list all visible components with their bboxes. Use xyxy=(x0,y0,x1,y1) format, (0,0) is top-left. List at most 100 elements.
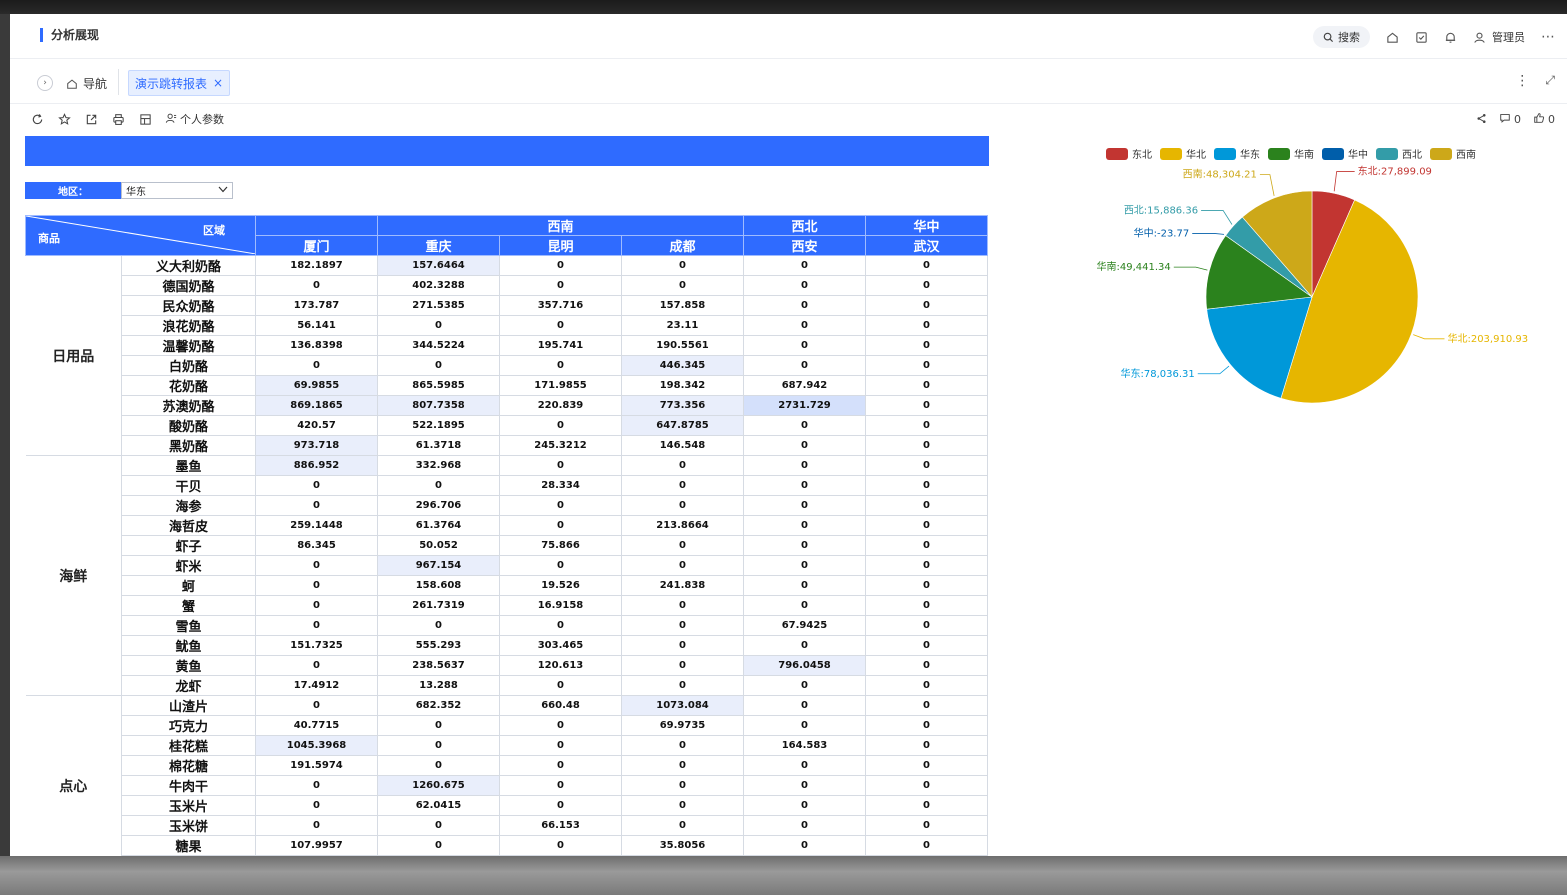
value-cell[interactable]: 0 xyxy=(499,615,622,636)
value-cell[interactable]: 0 xyxy=(743,535,866,556)
value-cell[interactable]: 151.7325 xyxy=(255,635,378,656)
value-cell[interactable]: 28.334 xyxy=(499,475,622,496)
value-cell[interactable]: 357.716 xyxy=(499,295,622,316)
value-cell[interactable]: 0 xyxy=(499,355,622,376)
value-cell[interactable]: 0 xyxy=(865,355,988,376)
value-cell[interactable]: 0 xyxy=(743,795,866,816)
value-cell[interactable]: 0 xyxy=(743,335,866,356)
value-cell[interactable]: 0 xyxy=(255,615,378,636)
value-cell[interactable]: 0 xyxy=(377,755,500,776)
value-cell[interactable]: 660.48 xyxy=(499,695,622,716)
value-cell[interactable]: 0 xyxy=(865,835,988,856)
value-cell[interactable]: 66.153 xyxy=(499,815,622,836)
value-cell[interactable]: 0 xyxy=(499,835,622,856)
value-cell[interactable]: 0 xyxy=(865,335,988,356)
value-cell[interactable]: 0 xyxy=(865,295,988,316)
value-cell[interactable]: 402.3288 xyxy=(377,275,500,296)
personal-params-button[interactable]: 个人参数 xyxy=(165,111,224,127)
value-cell[interactable]: 164.583 xyxy=(743,735,866,756)
value-cell[interactable]: 773.356 xyxy=(621,395,744,416)
value-cell[interactable]: 0 xyxy=(621,255,744,276)
value-cell[interactable]: 0 xyxy=(377,355,500,376)
value-cell[interactable]: 35.8056 xyxy=(621,835,744,856)
value-cell[interactable]: 69.9735 xyxy=(621,715,744,736)
share-icon[interactable] xyxy=(1476,113,1487,127)
value-cell[interactable]: 0 xyxy=(255,795,378,816)
value-cell[interactable]: 344.5224 xyxy=(377,335,500,356)
vertical-dots-icon[interactable]: ⋮ xyxy=(1515,73,1529,89)
bell-icon[interactable] xyxy=(1444,31,1457,44)
value-cell[interactable]: 61.3718 xyxy=(377,435,500,456)
value-cell[interactable]: 198.342 xyxy=(621,375,744,396)
value-cell[interactable]: 241.838 xyxy=(621,575,744,596)
value-cell[interactable]: 0 xyxy=(377,815,500,836)
value-cell[interactable]: 0 xyxy=(621,615,744,636)
value-cell[interactable]: 0 xyxy=(743,495,866,516)
value-cell[interactable]: 69.9855 xyxy=(255,375,378,396)
value-cell[interactable]: 420.57 xyxy=(255,415,378,436)
value-cell[interactable]: 0 xyxy=(865,635,988,656)
region-select[interactable]: 华东 xyxy=(121,182,233,199)
value-cell[interactable]: 0 xyxy=(865,715,988,736)
value-cell[interactable]: 0 xyxy=(499,555,622,576)
value-cell[interactable]: 0 xyxy=(743,455,866,476)
value-cell[interactable]: 0 xyxy=(743,815,866,836)
value-cell[interactable]: 182.1897 xyxy=(255,255,378,276)
value-cell[interactable]: 0 xyxy=(377,615,500,636)
value-cell[interactable]: 0 xyxy=(377,735,500,756)
image-export-icon[interactable] xyxy=(138,112,152,126)
tab-report[interactable]: 演示跳转报表 × xyxy=(128,70,231,96)
value-cell[interactable]: 0 xyxy=(743,675,866,696)
value-cell[interactable]: 0 xyxy=(621,775,744,796)
value-cell[interactable]: 1073.084 xyxy=(621,695,744,716)
value-cell[interactable]: 886.952 xyxy=(255,455,378,476)
value-cell[interactable]: 0 xyxy=(743,515,866,536)
value-cell[interactable]: 0 xyxy=(865,815,988,836)
value-cell[interactable]: 56.141 xyxy=(255,315,378,336)
value-cell[interactable]: 220.839 xyxy=(499,395,622,416)
value-cell[interactable]: 107.9957 xyxy=(255,835,378,856)
value-cell[interactable]: 0 xyxy=(743,695,866,716)
value-cell[interactable]: 67.9425 xyxy=(743,615,866,636)
value-cell[interactable]: 0 xyxy=(621,675,744,696)
value-cell[interactable]: 0 xyxy=(255,355,378,376)
value-cell[interactable]: 446.345 xyxy=(621,355,744,376)
value-cell[interactable]: 0 xyxy=(743,575,866,596)
value-cell[interactable]: 0 xyxy=(865,795,988,816)
value-cell[interactable]: 173.787 xyxy=(255,295,378,316)
value-cell[interactable]: 0 xyxy=(621,495,744,516)
value-cell[interactable]: 0 xyxy=(743,555,866,576)
value-cell[interactable]: 0 xyxy=(499,755,622,776)
comments-button[interactable]: 0 xyxy=(1499,112,1521,127)
value-cell[interactable]: 0 xyxy=(499,275,622,296)
value-cell[interactable]: 62.0415 xyxy=(377,795,500,816)
value-cell[interactable]: 0 xyxy=(255,815,378,836)
print-icon[interactable] xyxy=(111,112,125,126)
value-cell[interactable]: 0 xyxy=(865,315,988,336)
export-icon[interactable] xyxy=(84,112,98,126)
value-cell[interactable]: 0 xyxy=(743,355,866,376)
expand-sidebar-button[interactable]: › xyxy=(37,75,53,91)
value-cell[interactable]: 0 xyxy=(743,255,866,276)
value-cell[interactable]: 796.0458 xyxy=(743,655,866,676)
value-cell[interactable]: 682.352 xyxy=(377,695,500,716)
value-cell[interactable]: 0 xyxy=(499,775,622,796)
value-cell[interactable]: 0 xyxy=(377,835,500,856)
value-cell[interactable]: 647.8785 xyxy=(621,415,744,436)
value-cell[interactable]: 0 xyxy=(743,595,866,616)
value-cell[interactable]: 0 xyxy=(255,275,378,296)
value-cell[interactable]: 0 xyxy=(743,315,866,336)
value-cell[interactable]: 61.3764 xyxy=(377,515,500,536)
value-cell[interactable]: 19.526 xyxy=(499,575,622,596)
value-cell[interactable]: 16.9158 xyxy=(499,595,622,616)
value-cell[interactable]: 0 xyxy=(865,435,988,456)
value-cell[interactable]: 0 xyxy=(499,675,622,696)
value-cell[interactable]: 0 xyxy=(743,775,866,796)
value-cell[interactable]: 0 xyxy=(865,415,988,436)
value-cell[interactable]: 120.613 xyxy=(499,655,622,676)
value-cell[interactable]: 0 xyxy=(865,695,988,716)
value-cell[interactable]: 23.11 xyxy=(621,315,744,336)
value-cell[interactable]: 171.9855 xyxy=(499,375,622,396)
value-cell[interactable]: 0 xyxy=(499,255,622,276)
value-cell[interactable]: 146.548 xyxy=(621,435,744,456)
